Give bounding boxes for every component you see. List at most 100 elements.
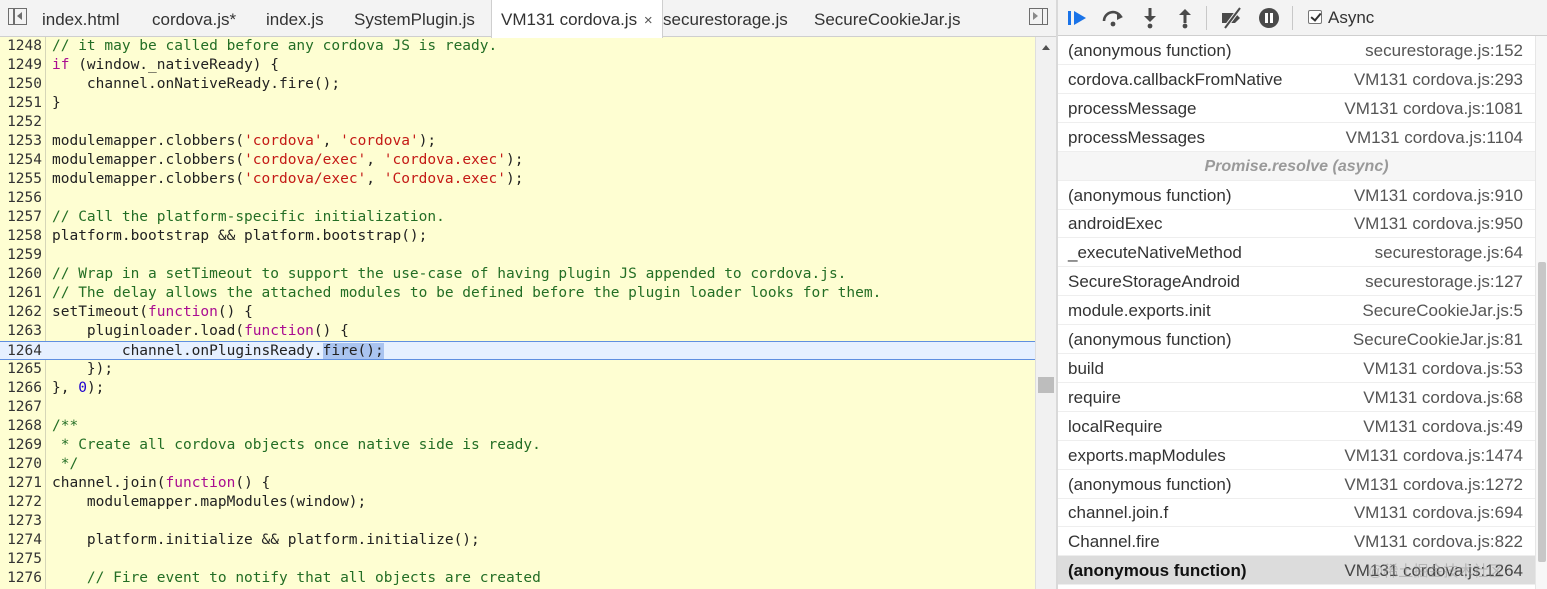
- line-number[interactable]: 1254: [2, 151, 42, 170]
- tab-securestorage-js[interactable]: securestorage.js: [663, 0, 788, 37]
- call-frame[interactable]: androidExec VM131 cordova.js:950: [1058, 209, 1535, 238]
- code-line[interactable]: 1250 channel.onNativeReady.fire();: [0, 75, 1035, 94]
- call-frame[interactable]: channel.join.f VM131 cordova.js:694: [1058, 498, 1535, 527]
- line-number[interactable]: 1255: [2, 170, 42, 189]
- code-line[interactable]: 1263 pluginloader.load(function() {: [0, 322, 1035, 341]
- line-number[interactable]: 1258: [2, 227, 42, 246]
- code-line[interactable]: 1251}: [0, 94, 1035, 113]
- line-number[interactable]: 1249: [2, 56, 42, 75]
- line-number[interactable]: 1269: [2, 436, 42, 455]
- code-line[interactable]: 1257 // Call the platform-specific initia…: [0, 208, 1035, 227]
- line-number[interactable]: 1253: [2, 132, 42, 151]
- pause-on-exceptions-icon[interactable]: [1256, 5, 1282, 31]
- call-frame[interactable]: processMessage VM131 cordova.js:1081: [1058, 94, 1535, 123]
- code-line[interactable]: 1262 setTimeout(function() {: [0, 303, 1035, 322]
- line-number[interactable]: 1270: [2, 455, 42, 474]
- code-line[interactable]: 1259: [0, 246, 1035, 265]
- call-frame[interactable]: require VM131 cordova.js:68: [1058, 383, 1535, 412]
- tab-vm131-cordova-js[interactable]: VM131 cordova.js ×: [491, 0, 663, 38]
- toggle-navigator-icon[interactable]: [8, 8, 27, 25]
- code-line[interactable]: 1261 // The delay allows the attached mod…: [0, 284, 1035, 303]
- line-number[interactable]: 1276: [2, 569, 42, 588]
- frame-location-link[interactable]: VM131 cordova.js:822: [1354, 527, 1523, 556]
- frame-location-link[interactable]: VM131 cordova.js:910: [1354, 181, 1523, 210]
- frame-location-link[interactable]: VM131 cordova.js:68: [1363, 383, 1523, 412]
- line-number[interactable]: 1261: [2, 284, 42, 303]
- code-line[interactable]: 1275: [0, 550, 1035, 569]
- line-number[interactable]: 1267: [2, 398, 42, 417]
- step-over-icon[interactable]: [1100, 5, 1126, 31]
- tab-systemplugin-js[interactable]: SystemPlugin.js: [354, 0, 475, 37]
- code-line[interactable]: 1269 * Create all cordova objects once n…: [0, 436, 1035, 455]
- scroll-up-arrow-icon[interactable]: [1042, 45, 1050, 50]
- call-frame[interactable]: cordova.callbackFromNative VM131 cordova.…: [1058, 65, 1535, 94]
- resume-icon[interactable]: [1064, 5, 1090, 31]
- call-frame[interactable]: module.exports.init SecureCookieJar.js:5: [1058, 296, 1535, 325]
- code-line[interactable]: 1276 // Fire event to notify that all ob…: [0, 569, 1035, 588]
- line-number[interactable]: 1252: [2, 113, 42, 132]
- call-frame[interactable]: localRequire VM131 cordova.js:49: [1058, 412, 1535, 441]
- frame-location-link[interactable]: VM131 cordova.js:53: [1363, 354, 1523, 383]
- call-frame[interactable]: (anonymous function) VM131 cordova.js:127…: [1058, 470, 1535, 499]
- code-line[interactable]: 1270 */: [0, 455, 1035, 474]
- code-line[interactable]: 1266}, 0);: [0, 379, 1035, 398]
- frame-location-link[interactable]: VM131 cordova.js:694: [1354, 498, 1523, 527]
- frame-location-link[interactable]: VM131 cordova.js:1081: [1344, 94, 1523, 123]
- code-line[interactable]: 1265 });: [0, 360, 1035, 379]
- frame-location-link[interactable]: securestorage.js:127: [1365, 267, 1523, 296]
- frame-location-link[interactable]: VM131 cordova.js:1474: [1344, 441, 1523, 470]
- line-number[interactable]: 1272: [2, 493, 42, 512]
- line-number[interactable]: 1273: [2, 512, 42, 531]
- code-line[interactable]: 1248 // it may be called before any cordo…: [0, 37, 1035, 56]
- code-line[interactable]: 1255 modulemapper.clobbers('cordova/exec'…: [0, 170, 1035, 189]
- line-number[interactable]: 1250: [2, 75, 42, 94]
- frame-location-link[interactable]: VM131 cordova.js:1104: [1346, 123, 1523, 152]
- tab-index-html[interactable]: index.html: [42, 0, 119, 37]
- tab-index-js[interactable]: index.js: [266, 0, 324, 37]
- frame-location-link[interactable]: VM131 cordova.js:950: [1354, 209, 1523, 238]
- tab-securecookiejar-js[interactable]: SecureCookieJar.js: [814, 0, 960, 37]
- close-tab-icon[interactable]: ×: [644, 12, 653, 29]
- code-line[interactable]: 1256: [0, 189, 1035, 208]
- current-execution-line[interactable]: 1264 channel.onPluginsReady.fire();: [0, 341, 1035, 360]
- code-line[interactable]: 1252: [0, 113, 1035, 132]
- call-frame[interactable]: (anonymous function) securestorage.js:152: [1058, 36, 1535, 65]
- line-number[interactable]: 1260: [2, 265, 42, 284]
- frame-location-link[interactable]: SecureCookieJar.js:5: [1362, 296, 1523, 325]
- line-number[interactable]: 1268: [2, 417, 42, 436]
- line-number[interactable]: 1271: [2, 474, 42, 493]
- code-line[interactable]: 1273: [0, 512, 1035, 531]
- code-line[interactable]: 1253 modulemapper.clobbers('cordova', 'co…: [0, 132, 1035, 151]
- step-into-icon[interactable]: [1137, 5, 1163, 31]
- line-number[interactable]: 1275: [2, 550, 42, 569]
- code-line[interactable]: 1268 /**: [0, 417, 1035, 436]
- frame-location-link[interactable]: VM131 cordova.js:1272: [1344, 470, 1523, 499]
- code-editor[interactable]: 1248 // it may be called before any cordo…: [0, 37, 1035, 589]
- frame-location-link[interactable]: securestorage.js:64: [1375, 238, 1523, 267]
- line-number[interactable]: 1256: [2, 189, 42, 208]
- call-frame[interactable]: SecureStorageAndroid securestorage.js:127: [1058, 267, 1535, 296]
- step-out-icon[interactable]: [1172, 5, 1198, 31]
- call-frame[interactable]: (anonymous function) VM131 cordova.js:910: [1058, 181, 1535, 210]
- line-number[interactable]: 1265: [2, 360, 42, 379]
- scroll-thumb[interactable]: [1038, 377, 1054, 393]
- toggle-debugger-icon[interactable]: [1029, 8, 1048, 25]
- call-frame[interactable]: processMessages VM131 cordova.js:1104: [1058, 123, 1535, 152]
- editor-scrollbar[interactable]: [1035, 37, 1056, 589]
- code-line[interactable]: 1272 modulemapper.mapModules(window);: [0, 493, 1035, 512]
- code-line[interactable]: 1274 platform.initialize && platform.ini…: [0, 531, 1035, 550]
- code-line[interactable]: 1249 if (window._nativeReady) {: [0, 56, 1035, 75]
- call-frame[interactable]: (anonymous function) SecureCookieJar.js:8…: [1058, 325, 1535, 354]
- deactivate-breakpoints-icon[interactable]: [1219, 5, 1245, 31]
- tab-cordova-js-modified[interactable]: cordova.js*: [152, 0, 236, 37]
- scroll-thumb[interactable]: [1538, 262, 1546, 562]
- line-number[interactable]: 1257: [2, 208, 42, 227]
- line-number[interactable]: 1262: [2, 303, 42, 322]
- line-number[interactable]: 1264: [2, 342, 42, 361]
- frame-location-link[interactable]: VM131 cordova.js:293: [1354, 65, 1523, 94]
- line-number[interactable]: 1266: [2, 379, 42, 398]
- call-frame[interactable]: Channel.fire VM131 cordova.js:822: [1058, 527, 1535, 556]
- code-line[interactable]: 1260 // Wrap in a setTimeout to support t…: [0, 265, 1035, 284]
- code-line[interactable]: 1254 modulemapper.clobbers('cordova/exec'…: [0, 151, 1035, 170]
- async-checkbox[interactable]: [1308, 10, 1322, 24]
